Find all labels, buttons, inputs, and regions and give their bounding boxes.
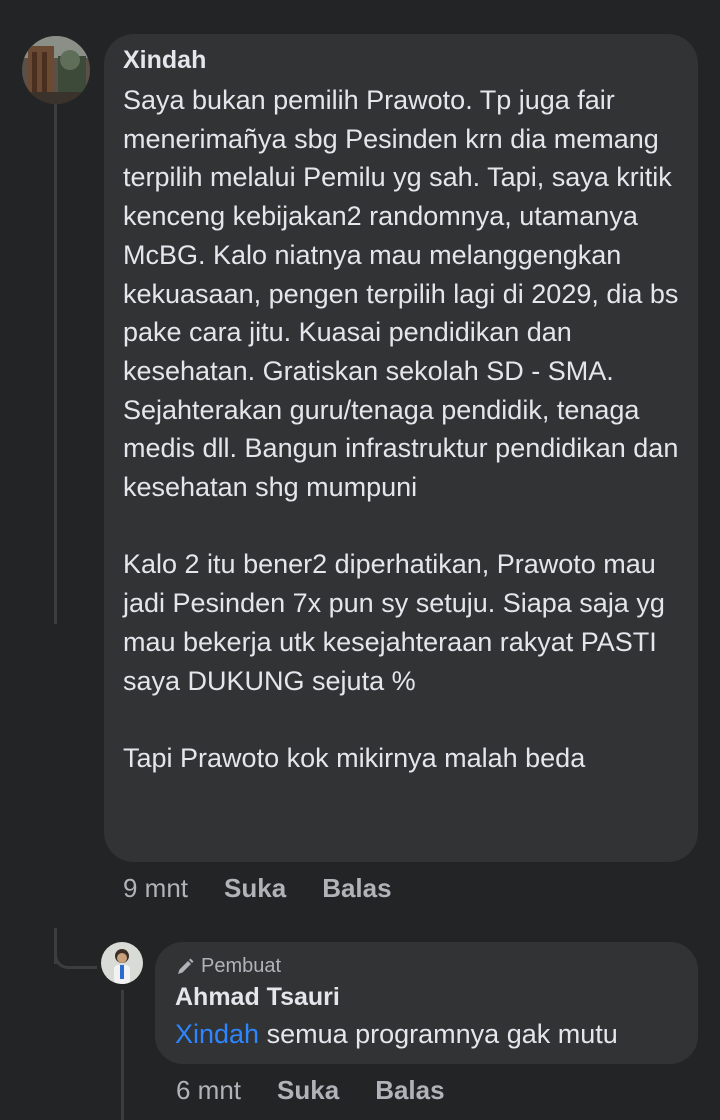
reply-bubble: Pembuat Ahmad Tsauri Xindah semua progra… [155, 942, 698, 1064]
avatar-image [22, 36, 90, 104]
avatar[interactable] [22, 36, 90, 104]
comment-text: Saya bukan pemilih Prawoto. Tp juga fair… [123, 81, 683, 778]
comment-time[interactable]: 9 mnt [123, 873, 188, 904]
reply-avatar-image [101, 942, 143, 984]
like-button[interactable]: Suka [224, 873, 286, 904]
reply-actions: 6 mnt Suka Balas [176, 1075, 445, 1106]
reply-time[interactable]: 6 mnt [176, 1075, 241, 1106]
creator-badge-label: Pembuat [201, 955, 282, 977]
pencil-icon [178, 958, 194, 974]
mention-link[interactable]: Xindah [175, 1019, 259, 1049]
reply-author[interactable]: Ahmad Tsauri [175, 983, 340, 1012]
reply-avatar[interactable] [101, 942, 143, 984]
thread-line-main [54, 104, 57, 624]
reply-like-button[interactable]: Suka [277, 1075, 339, 1106]
reply-reply-button[interactable]: Balas [375, 1075, 444, 1106]
reply-button[interactable]: Balas [322, 873, 391, 904]
thread-line-branch-curve [54, 946, 97, 969]
thread-line-reply [121, 990, 124, 1120]
comment-paragraph-1: Saya bukan pemilih Prawoto. Tp juga fair… [123, 85, 679, 503]
reply-text: Xindah semua programnya gak mutu [175, 1019, 618, 1050]
comment-actions: 9 mnt Suka Balas [123, 873, 392, 904]
reply-message: semua programnya gak mutu [259, 1019, 618, 1049]
comment-paragraph-3: Tapi Prawoto kok mikirnya malah beda [123, 742, 586, 773]
comment-author[interactable]: Xindah [123, 46, 206, 75]
comment-paragraph-2: Kalo 2 itu bener2 diperhatikan, Prawoto … [123, 549, 665, 696]
creator-badge: Pembuat [175, 955, 281, 978]
comment-bubble: Xindah Saya bukan pemilih Prawoto. Tp ju… [104, 34, 698, 862]
